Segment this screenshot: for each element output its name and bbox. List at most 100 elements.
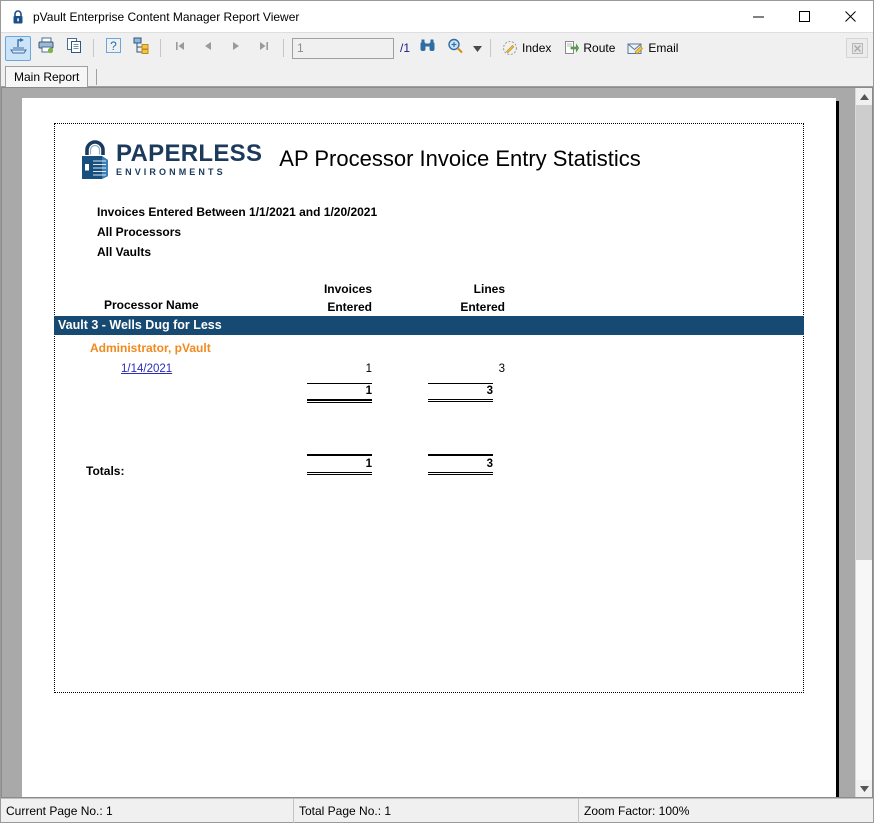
scrollbar-thumb[interactable] <box>856 105 872 560</box>
index-button[interactable]: Index <box>497 36 556 61</box>
logo-sub-text: ENVIRONMENTS <box>116 166 226 177</box>
criteria-date-range: Invoices Entered Between 1/1/2021 and 1/… <box>97 205 378 219</box>
export-report-button[interactable] <box>5 35 31 61</box>
window-controls <box>735 1 873 32</box>
go-to-last-page-button[interactable] <box>250 36 278 61</box>
padlock-paper-logo-icon <box>78 138 112 180</box>
total-page-count: /1 <box>400 41 411 55</box>
column-header-lines-line1: Lines <box>473 282 505 296</box>
table-row: 1/14/2021 1 3 <box>55 363 803 382</box>
totals-lines-value: 3 <box>486 458 493 470</box>
column-header-lines-line2: Entered <box>460 300 505 314</box>
report-viewer-window: pVault Enterprise Content Manager Report… <box>0 0 874 823</box>
print-report-button[interactable] <box>33 36 59 61</box>
go-to-first-page-button[interactable] <box>166 36 194 61</box>
detail-lines-value: 3 <box>498 363 505 375</box>
toolbar: ? 1 /1 Index Route Email <box>1 32 873 63</box>
scrollbar-track[interactable] <box>856 105 872 780</box>
report-section-frame: PAPERLESS ENVIRONMENTS AP Processor Invo… <box>54 123 804 693</box>
tab-strip-divider <box>96 69 98 85</box>
zoom-button[interactable] <box>441 36 469 61</box>
totals-invoices-value: 1 <box>365 458 372 470</box>
subtotal-lines-block: 3 <box>428 383 493 402</box>
go-to-previous-page-button[interactable] <box>194 36 222 61</box>
vertical-scrollbar[interactable] <box>855 88 872 797</box>
first-page-icon <box>173 39 187 58</box>
next-page-icon <box>229 39 243 58</box>
svg-text:?: ? <box>110 39 117 53</box>
column-header-invoices-line2: Entered <box>327 300 372 314</box>
maximize-button[interactable] <box>781 1 827 31</box>
tab-main-report-label: Main Report <box>14 70 80 84</box>
printer-icon <box>37 36 56 60</box>
binoculars-icon <box>419 38 436 58</box>
subtotal-lines-value: 3 <box>486 385 493 397</box>
totals-row: Totals: 1 3 <box>55 454 803 490</box>
totals-lines-block: 3 <box>428 454 493 475</box>
toggle-group-tree-button[interactable] <box>128 36 154 61</box>
vault-group-band: Vault 3 - Wells Dug for Less <box>54 316 804 335</box>
logo-main-text: PAPERLESS <box>116 139 263 167</box>
search-button[interactable] <box>413 36 441 61</box>
toggle-help-button[interactable]: ? <box>100 36 126 61</box>
toolbar-separator-1 <box>93 39 94 57</box>
report-page: PAPERLESS ENVIRONMENTS AP Processor Invo… <box>22 98 836 797</box>
paperless-logo: PAPERLESS ENVIRONMENTS <box>78 138 262 180</box>
status-total-page: Total Page No.: 1 <box>294 798 579 823</box>
go-to-next-page-button[interactable] <box>222 36 250 61</box>
magnifier-icon <box>447 38 464 59</box>
totals-lines-rule-bottom <box>428 472 493 475</box>
totals-invoices-block: 1 <box>307 454 372 475</box>
report-title: AP Processor Invoice Entry Statistics <box>279 146 641 171</box>
export-icon <box>9 36 28 60</box>
email-envelope-icon <box>627 41 644 56</box>
collapse-panel-icon[interactable] <box>846 38 868 58</box>
previous-page-icon <box>201 39 215 58</box>
index-button-label: Index <box>522 41 552 55</box>
pencil-circle-icon <box>502 40 518 56</box>
minimize-button[interactable] <box>735 1 781 31</box>
totals-label: Totals: <box>86 464 125 478</box>
column-header-lines-entered: Lines Entered <box>355 280 505 316</box>
subtotal-invoices-block: 1 <box>307 383 372 403</box>
toolbar-separator-3 <box>283 39 284 57</box>
page-number-input[interactable] <box>292 37 394 59</box>
criteria-vaults: All Vaults <box>97 245 152 259</box>
scroll-up-arrow[interactable] <box>856 88 872 105</box>
title-bar: pVault Enterprise Content Manager Report… <box>1 1 873 32</box>
status-bar: Current Page No.: 1 Total Page No.: 1 Zo… <box>1 798 873 823</box>
toolbar-separator-2 <box>160 39 161 57</box>
close-button[interactable] <box>827 1 873 31</box>
route-button[interactable]: Route <box>558 36 620 61</box>
criteria-processors: All Processors <box>97 225 182 239</box>
group-tree-icon <box>132 36 151 60</box>
chevron-down-icon <box>472 39 482 57</box>
email-button-label: Email <box>648 41 679 55</box>
window-title: pVault Enterprise Content Manager Report… <box>33 9 300 24</box>
subtotal-lines-rule-bottom <box>428 399 493 402</box>
tab-strip: Main Report <box>1 63 873 87</box>
zoom-dropdown-button[interactable] <box>469 36 485 61</box>
detail-invoices-value: 1 <box>365 363 372 375</box>
last-page-icon <box>257 39 271 58</box>
column-header-processor-name: Processor Name <box>104 298 199 312</box>
toolbar-separator-4 <box>490 39 492 57</box>
route-button-label: Route <box>583 41 616 55</box>
detail-date-link[interactable]: 1/14/2021 <box>121 363 172 375</box>
totals-invoices-rule-bottom <box>307 472 372 475</box>
scroll-down-arrow[interactable] <box>856 780 872 797</box>
question-mark-icon: ? <box>104 36 123 60</box>
tab-main-report[interactable]: Main Report <box>5 66 89 87</box>
email-button[interactable]: Email <box>622 36 683 61</box>
report-header: PAPERLESS ENVIRONMENTS AP Processor Invo… <box>55 124 803 180</box>
status-current-page: Current Page No.: 1 <box>1 798 294 823</box>
processor-group-label: Administrator, pVault <box>90 341 211 355</box>
subtotal-row: 1 3 <box>55 383 803 405</box>
report-criteria: Invoices Entered Between 1/1/2021 and 1/… <box>55 202 803 262</box>
subtotal-invoices-rule-bottom <box>307 399 372 403</box>
status-zoom-factor: Zoom Factor: 100% <box>584 803 690 818</box>
copy-button[interactable] <box>61 36 87 61</box>
column-header-invoices-entered: Invoices Entered <box>195 280 372 316</box>
route-document-icon <box>563 40 580 56</box>
report-canvas: PAPERLESS ENVIRONMENTS AP Processor Invo… <box>2 88 855 797</box>
